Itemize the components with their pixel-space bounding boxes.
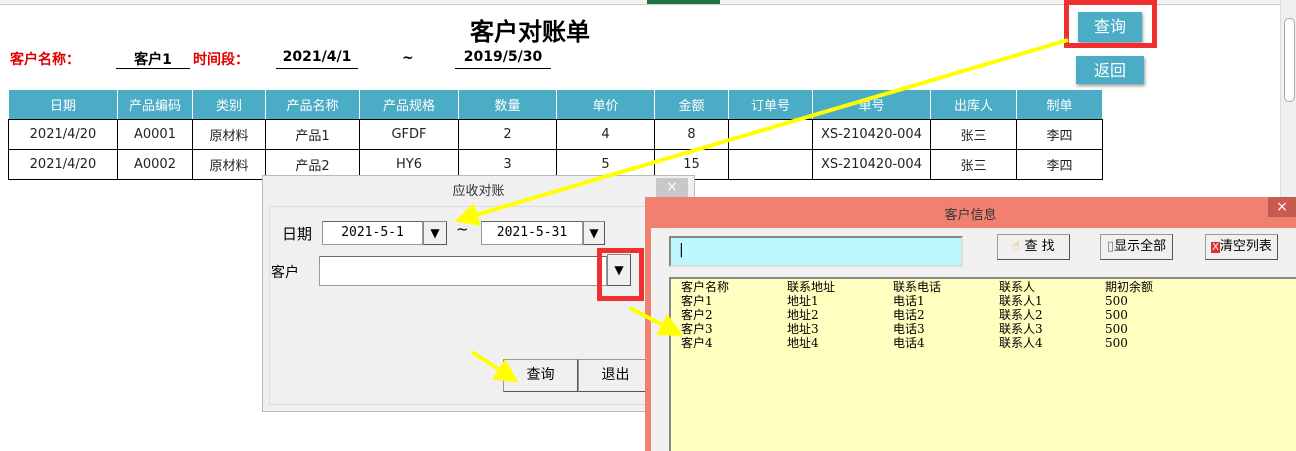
arrow-to-query — [470, 350, 519, 383]
annotation-arrows — [454, 38, 1069, 383]
arrow-to-list — [629, 306, 684, 336]
arrow-to-date — [454, 38, 1069, 226]
